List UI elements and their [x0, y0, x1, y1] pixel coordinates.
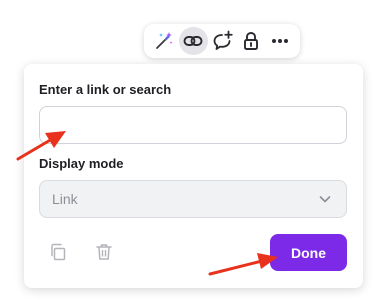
display-mode-select[interactable]: Link [39, 180, 347, 218]
done-button[interactable]: Done [270, 234, 347, 271]
add-comment-button[interactable] [208, 27, 237, 55]
copy-link-button[interactable] [46, 240, 70, 264]
magic-edit-button[interactable] [150, 27, 179, 55]
trash-icon [96, 244, 112, 260]
display-mode-label: Display mode [39, 156, 124, 171]
more-options-button[interactable] [265, 27, 294, 55]
copy-icon [51, 243, 66, 261]
floating-toolbar [144, 24, 300, 58]
link-input-label: Enter a link or search [39, 82, 172, 97]
chevron-down-icon [319, 196, 331, 203]
lock-button[interactable] [236, 27, 265, 55]
lock-icon [243, 32, 258, 50]
add-comment-icon [213, 30, 233, 50]
link-icon [183, 36, 203, 46]
link-input[interactable] [39, 106, 347, 144]
link-button[interactable] [178, 27, 208, 55]
delete-link-button[interactable] [92, 240, 116, 264]
link-panel: Enter a link or search Display mode Link… [24, 64, 363, 288]
magic-wand-icon [156, 32, 173, 49]
display-mode-value: Link [52, 191, 78, 207]
more-horizontal-icon [271, 39, 288, 43]
